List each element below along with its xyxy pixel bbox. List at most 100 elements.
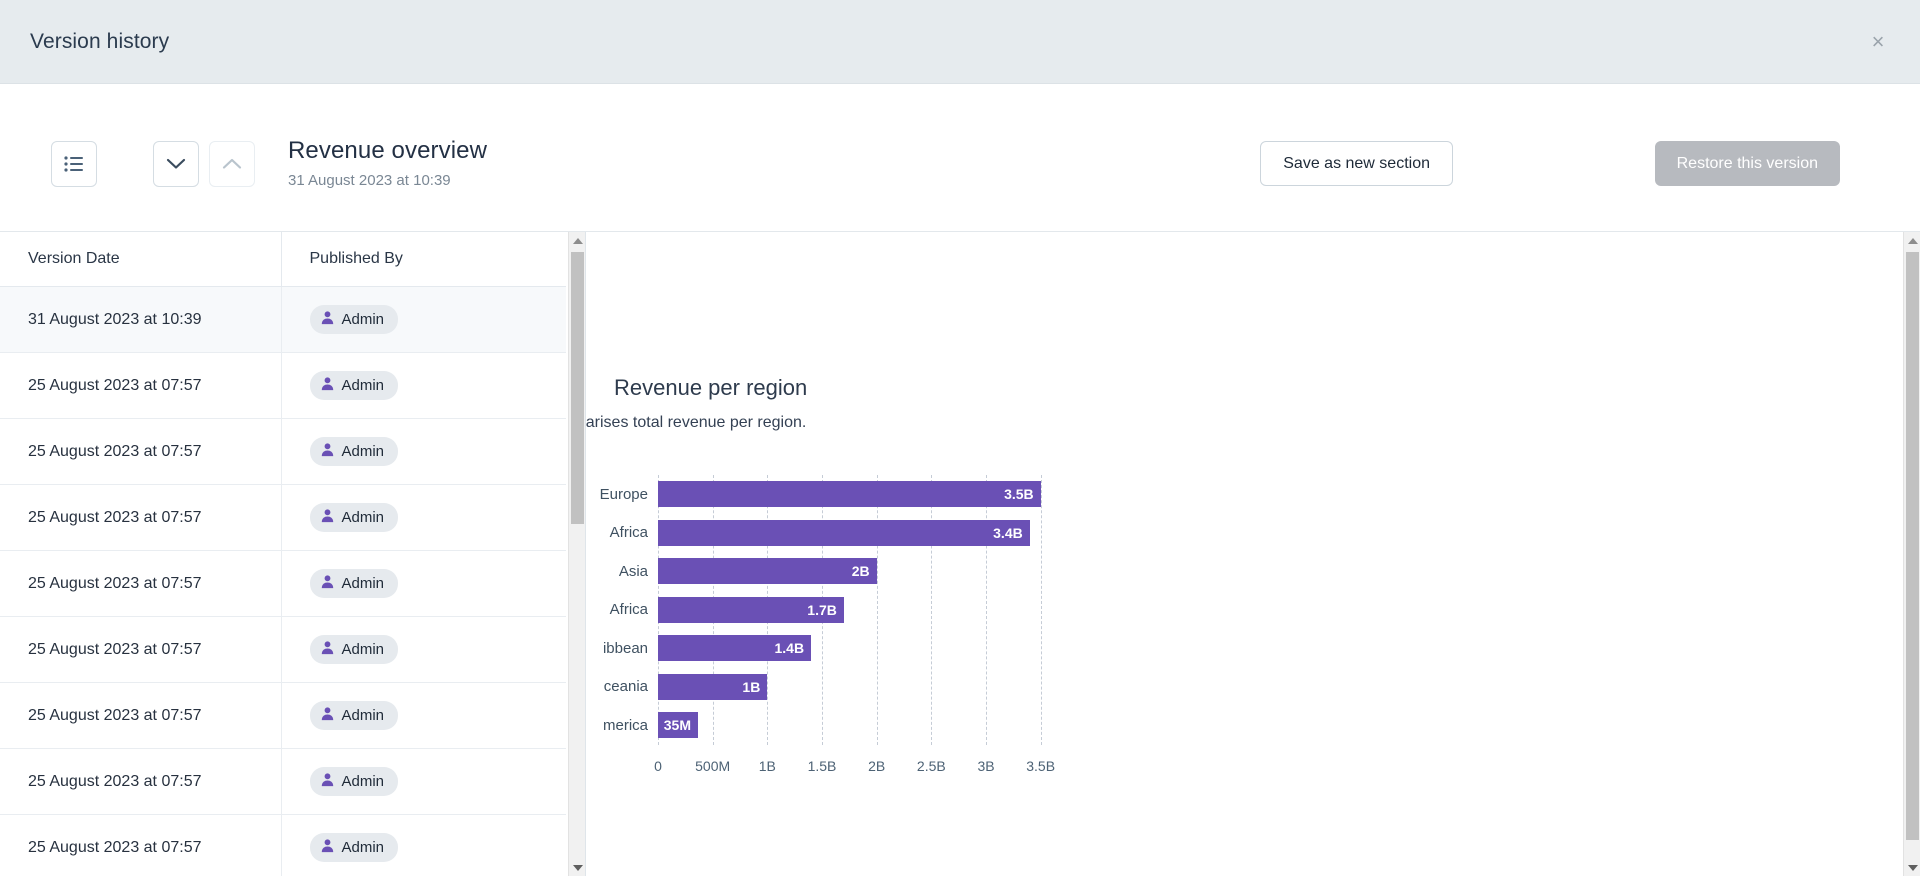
x-axis-tick-label: 3.5B: [1026, 758, 1056, 774]
chart-bars: Europe 3.5B Africa 3.4B Asia 2B Africa 1.7B ibbe…: [600, 475, 1068, 745]
bar-row: Africa 3.4B: [610, 514, 1068, 553]
column-header-version-date[interactable]: Version Date: [0, 232, 282, 287]
cell-version-date: 25 August 2023 at 07:57: [0, 550, 282, 617]
bar-value-label: 1.4B: [774, 640, 805, 657]
scroll-down-arrow-icon[interactable]: [1904, 859, 1920, 876]
version-history-body: Revenue per region rt summarises total r…: [0, 232, 1920, 876]
cell-published-by: Admin: [281, 616, 566, 683]
table-scroll-up-arrow-icon[interactable]: [569, 232, 585, 249]
modal-header: Version history ×: [0, 0, 1920, 84]
table-scrollbar-thumb[interactable]: [571, 252, 584, 524]
cell-published-by: Admin: [281, 484, 566, 551]
chart-title: Revenue per region: [614, 375, 808, 400]
cell-version-date: 31 August 2023 at 10:39: [0, 286, 282, 353]
cell-published-by: Admin: [281, 682, 566, 749]
table-scrollbar[interactable]: [568, 232, 585, 876]
table-row[interactable]: 25 August 2023 at 07:57 Admin: [0, 550, 566, 617]
table-scroll-down-arrow-icon[interactable]: [569, 859, 585, 876]
chart-x-axis: 0 500M 1B 1.5B 2B 2.5B 3B 3.5B: [654, 748, 1068, 778]
bar[interactable]: 35M: [658, 712, 698, 739]
table-row[interactable]: 25 August 2023 at 07:57 Admin: [0, 352, 566, 419]
bar-category-label: Africa: [609, 524, 648, 542]
cell-version-date: 25 August 2023 at 07:57: [0, 418, 282, 485]
bar-value-label: 1B: [742, 678, 761, 695]
user-chip-label: Admin: [341, 707, 385, 724]
bar-chart-plot: Europe 3.5B Africa 3.4B Asia 2B Africa 1.7B ibbe…: [600, 475, 1068, 745]
page-subtitle: 31 August 2023 at 10:39: [288, 172, 451, 189]
table-header-row: Version Date Published By: [0, 232, 566, 287]
user-chip-label: Admin: [341, 311, 385, 328]
x-axis-tick-label: 1.5B: [807, 758, 837, 774]
scroll-up-arrow-icon[interactable]: [1904, 232, 1920, 249]
user-chip: Admin: [309, 833, 399, 862]
chevron-down-icon: [166, 158, 186, 170]
user-chip-label: Admin: [341, 641, 385, 658]
bar[interactable]: 2B: [658, 558, 877, 585]
user-chip-label: Admin: [341, 509, 385, 526]
close-icon[interactable]: ×: [1858, 22, 1898, 62]
table-row[interactable]: 25 August 2023 at 07:57 Admin: [0, 682, 566, 749]
user-chip-label: Admin: [341, 575, 385, 592]
user-chip-label: Admin: [341, 377, 385, 394]
bar-category-label: ceania: [603, 678, 648, 696]
user-chip: Admin: [309, 635, 399, 664]
user-chip: Admin: [309, 437, 399, 466]
bar[interactable]: 3.4B: [658, 519, 1030, 546]
table-row[interactable]: 25 August 2023 at 07:57 Admin: [0, 418, 566, 485]
avatar-person-icon: [320, 574, 335, 593]
x-axis-tick-label: 1B: [758, 758, 776, 774]
cell-published-by: Admin: [281, 814, 566, 876]
user-chip-label: Admin: [341, 839, 385, 856]
restore-this-version-button: Restore this version: [1654, 141, 1840, 186]
save-as-new-section-button[interactable]: Save as new section: [1260, 141, 1453, 186]
version-toolbar: Revenue overview 31 August 2023 at 10:39…: [0, 84, 1920, 232]
bar[interactable]: 3.5B: [658, 481, 1041, 508]
list-view-button[interactable]: [51, 141, 97, 187]
x-axis-tick-label: 2B: [868, 758, 886, 774]
page-scrollbar-thumb[interactable]: [1906, 252, 1919, 840]
bar[interactable]: 1B: [658, 673, 768, 700]
x-axis-tick-label: 2.5B: [916, 758, 946, 774]
table-row[interactable]: 25 August 2023 at 07:57 Admin: [0, 616, 566, 683]
bar-category-label: Asia: [618, 562, 648, 580]
user-chip: Admin: [309, 569, 399, 598]
table-row[interactable]: 25 August 2023 at 07:57 Admin: [0, 484, 566, 551]
bar-value-label: 1.7B: [807, 601, 837, 618]
avatar-person-icon: [320, 310, 335, 329]
bar-value-label: 35M: [663, 717, 691, 734]
cell-published-by: Admin: [281, 550, 566, 617]
x-axis-tick-label: 0: [654, 758, 662, 774]
column-header-published-by[interactable]: Published By: [281, 232, 566, 287]
cell-version-date: 25 August 2023 at 07:57: [0, 682, 282, 749]
bar[interactable]: 1.7B: [658, 596, 844, 623]
bar[interactable]: 1.4B: [658, 635, 812, 662]
bar-category-label: ibbean: [602, 639, 648, 657]
version-history-table: Version Date Published By 31 August 2023…: [0, 232, 566, 876]
avatar-person-icon: [320, 508, 335, 527]
avatar-person-icon: [320, 838, 335, 857]
page-scrollbar[interactable]: [1903, 232, 1920, 876]
x-axis-tick-label: 500M: [695, 758, 731, 774]
previous-version-button[interactable]: [209, 141, 255, 187]
table-row[interactable]: 25 August 2023 at 07:57 Admin: [0, 748, 566, 815]
cell-version-date: 25 August 2023 at 07:57: [0, 814, 282, 876]
version-list-pane: Version Date Published By 31 August 2023…: [0, 232, 586, 876]
bar-row: merica 35M: [603, 706, 1068, 745]
table-row[interactable]: 31 August 2023 at 10:39 Admin: [0, 286, 566, 353]
bar-row: Asia 2B: [619, 552, 1068, 591]
bar-row: Africa 1.7B: [610, 591, 1068, 630]
bar-value-label: 2B: [851, 563, 870, 580]
user-chip-label: Admin: [341, 773, 385, 790]
cell-version-date: 25 August 2023 at 07:57: [0, 484, 282, 551]
avatar-person-icon: [320, 640, 335, 659]
page-title: Revenue overview: [288, 137, 488, 164]
x-axis-tick-label: 3B: [977, 758, 995, 774]
user-chip: Admin: [309, 305, 399, 334]
next-version-button[interactable]: [153, 141, 199, 187]
user-chip: Admin: [309, 371, 399, 400]
bar-category-label: merica: [602, 716, 648, 734]
list-icon: [64, 156, 84, 172]
table-row[interactable]: 25 August 2023 at 07:57 Admin: [0, 814, 566, 876]
user-chip: Admin: [309, 701, 399, 730]
cell-version-date: 25 August 2023 at 07:57: [0, 352, 282, 419]
